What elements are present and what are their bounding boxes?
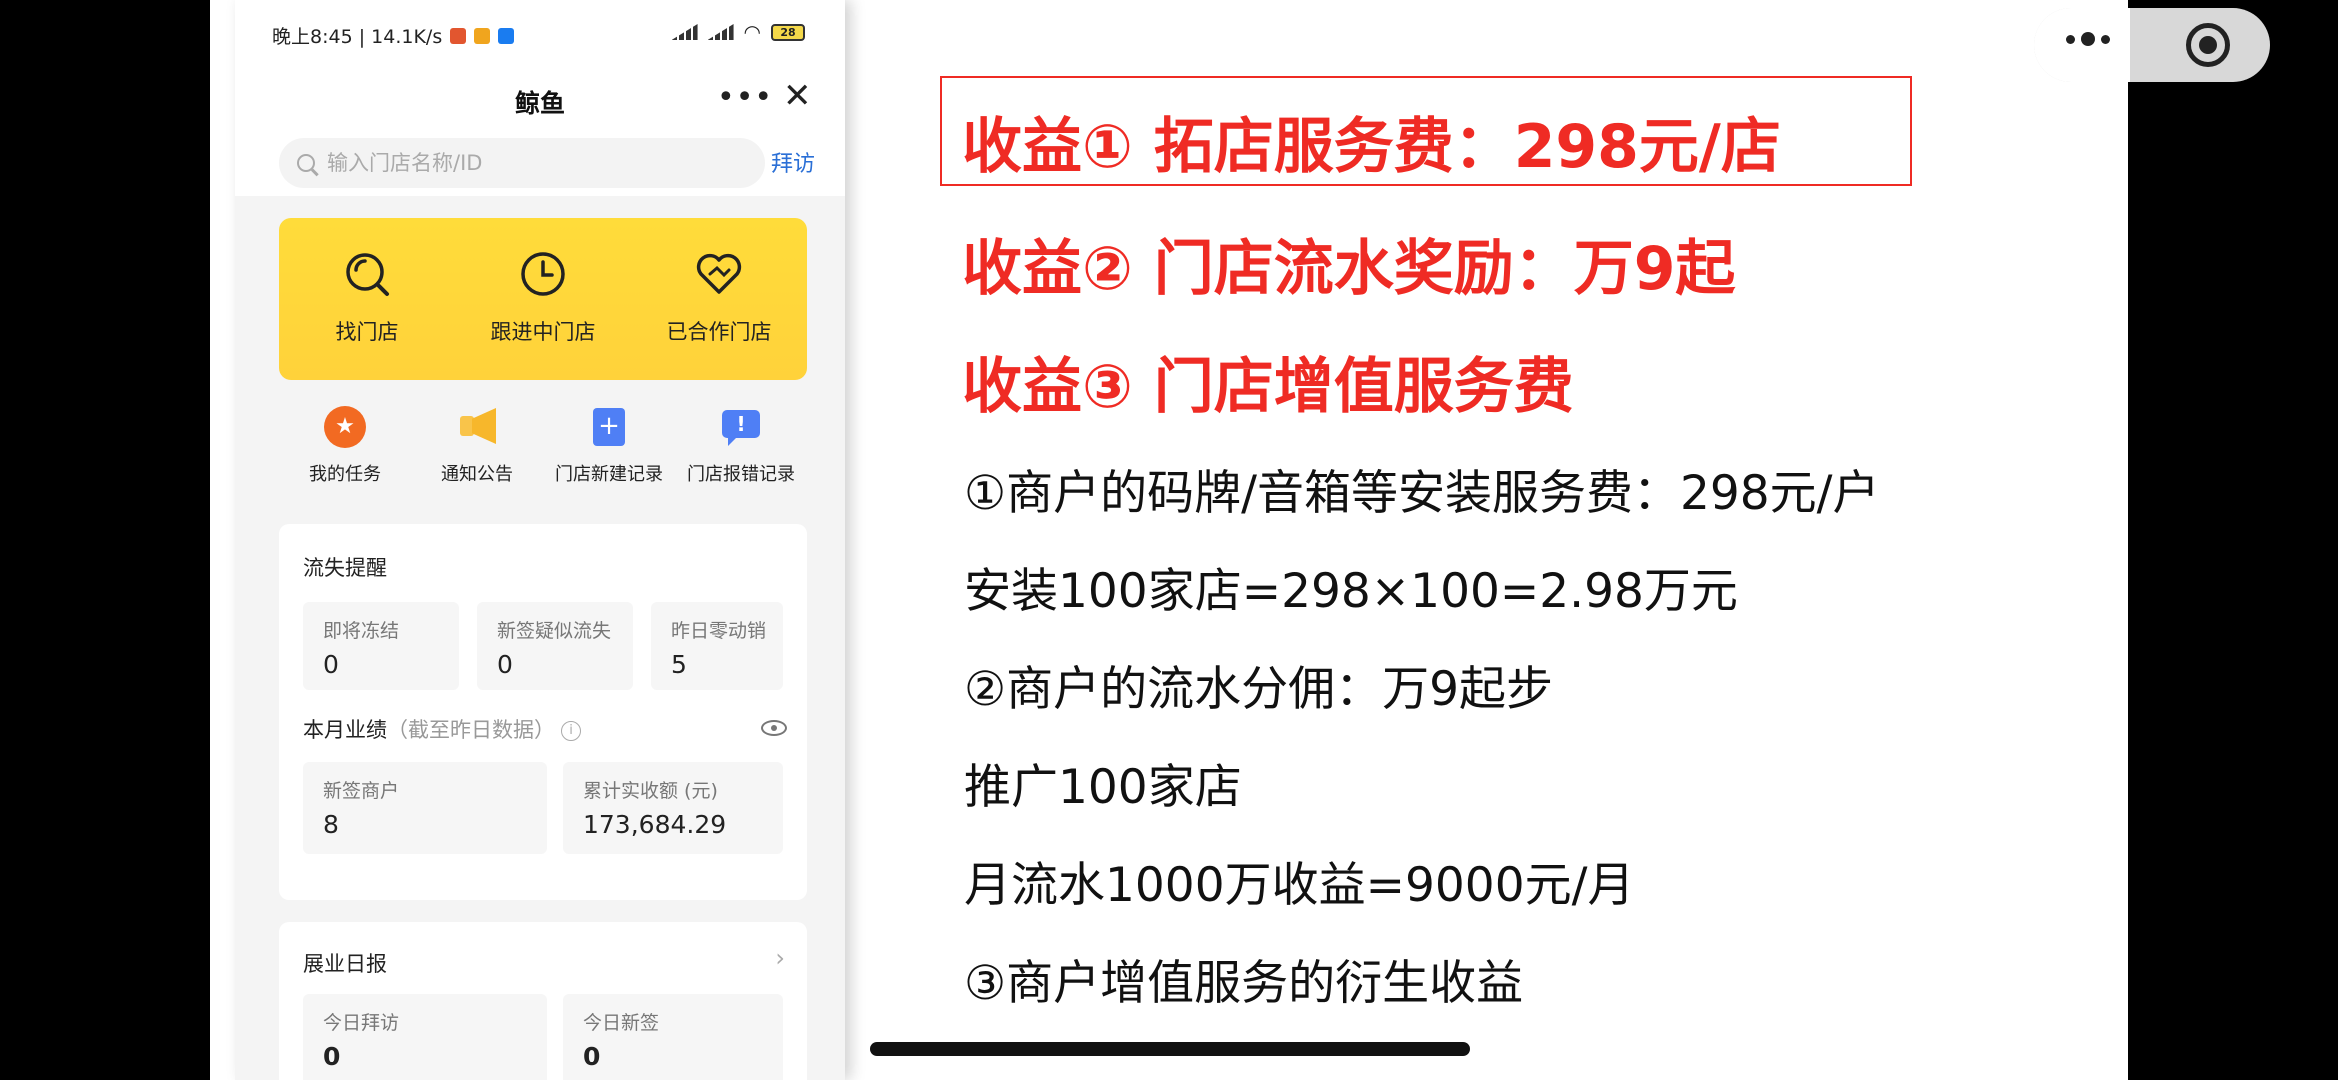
star-badge-icon: ★ (324, 406, 366, 448)
wifi-icon: ◠ (743, 20, 761, 44)
find-store-label: 找门店 (335, 320, 399, 344)
chevron-right-icon[interactable]: › (775, 944, 785, 972)
search-box[interactable] (279, 138, 765, 188)
capsule-menu-area[interactable] (2034, 8, 2130, 82)
performance-card: 流失提醒 即将冻结 0 新签疑似流失 0 昨日零动销 5 本月业绩（截至昨日数据… (279, 524, 807, 900)
clock-icon (521, 252, 565, 296)
more-icon[interactable]: ••• (717, 80, 773, 115)
stat-value: 8 (323, 810, 339, 839)
phone-screenshot: 晚上8:45 | 14.1K/s ◠ 28 鲸鱼 ••• ✕ 拜访 (235, 0, 845, 1080)
mini-program-capsule (2034, 8, 2270, 82)
income-2-heading: 收益② 门店流水奖励：万9起 (962, 234, 1736, 304)
document-plus-icon: + (588, 406, 630, 448)
following-stores-button[interactable]: 跟进中门店 (463, 248, 623, 380)
search-icon (297, 154, 315, 172)
stat-value: 173,684.29 (583, 810, 727, 839)
home-indicator[interactable] (870, 1042, 1470, 1056)
stat-value: 0 (497, 650, 513, 679)
daily-report-title: 展业日报 (303, 952, 387, 976)
mini-program-title-bar: 鲸鱼 ••• ✕ (235, 66, 845, 134)
stat-label: 今日新签 (583, 1012, 660, 1034)
alipay-icon (498, 27, 515, 44)
following-stores-label: 跟进中门店 (490, 320, 596, 344)
close-icon[interactable]: ✕ (783, 76, 812, 116)
info-icon[interactable]: i (561, 721, 581, 741)
income-3-heading: 收益③ 门店增值服务费 (962, 352, 1574, 422)
quick-actions-row: ★ 我的任务 通知公告 + 门店新建记录 ! 门店报错记录 (279, 406, 807, 486)
stat-new-sign-churn[interactable]: 新签疑似流失 0 (477, 602, 633, 690)
stat-new-merchants[interactable]: 新签商户 8 (303, 762, 547, 854)
stat-today-new-signs[interactable]: 今日新签 0 (563, 994, 783, 1080)
stat-value: 5 (671, 650, 687, 679)
stat-label: 昨日零动销 (671, 620, 767, 642)
new-store-record-button[interactable]: + 门店新建记录 (543, 406, 675, 486)
store-error-record-button[interactable]: ! 门店报错记录 (675, 406, 807, 486)
monthly-title: 本月业绩 (303, 718, 387, 742)
stat-label: 新签疑似流失 (497, 620, 612, 642)
find-store-button[interactable]: 找门店 (287, 248, 447, 380)
stat-value: 0 (583, 1042, 601, 1071)
search-store-icon (346, 253, 389, 296)
stat-today-visits[interactable]: 今日拜访 0 (303, 994, 547, 1080)
detail-line-2: 安装100家店=298×100=2.98万元 (964, 564, 1738, 619)
stat-value: 0 (323, 650, 339, 679)
income-1-heading: 收益① 拓店服务费：298元/店 (962, 112, 1781, 182)
video-frame: 晚上8:45 | 14.1K/s ◠ 28 鲸鱼 ••• ✕ 拜访 (210, 0, 2128, 1080)
search-input[interactable] (327, 151, 707, 175)
record-target-icon[interactable] (2186, 23, 2230, 67)
megaphone-icon (456, 406, 498, 448)
notice-label: 通知公告 (441, 464, 513, 485)
detail-line-4: 推广100家店 (964, 760, 1242, 815)
detail-line-1: ①商户的码牌/音箱等安装服务费：298元/户 (964, 466, 1880, 521)
signal-icon (671, 24, 698, 40)
notice-button[interactable]: 通知公告 (411, 406, 543, 486)
my-tasks-button[interactable]: ★ 我的任务 (279, 406, 411, 486)
message-alert-icon: ! (720, 406, 762, 448)
main-actions-panel: 找门店 跟进中门店 已合作门店 (279, 218, 807, 380)
new-store-record-label: 门店新建记录 (555, 464, 663, 485)
stat-total-received[interactable]: 累计实收额 (元) 173,684.29 (563, 762, 783, 854)
partner-stores-button[interactable]: 已合作门店 (639, 248, 799, 380)
stat-label: 今日拜访 (323, 1012, 400, 1034)
more-dots-icon (2066, 32, 2110, 46)
stat-zero-sales-yesterday[interactable]: 昨日零动销 5 (651, 602, 783, 690)
stat-label: 新签商户 (323, 780, 400, 802)
stat-value: 0 (323, 1042, 341, 1071)
status-time: 晚上8:45 | 14.1K/s (272, 26, 443, 48)
loss-alert-title: 流失提醒 (303, 556, 387, 580)
app-notification-icon (474, 27, 491, 44)
battery-icon: 28 (771, 23, 805, 41)
app-notification-icon (450, 27, 467, 44)
signal-icon (707, 24, 734, 40)
detail-line-3: ②商户的流水分佣：万9起步 (964, 662, 1554, 717)
detail-line-5: 月流水1000万收益=9000元/月 (964, 858, 1635, 913)
stat-label: 累计实收额 (元) (583, 780, 718, 802)
monthly-subtitle: （截至昨日数据） (387, 718, 555, 742)
store-error-record-label: 门店报错记录 (687, 464, 795, 485)
search-row: 拜访 (235, 134, 845, 196)
stat-about-to-freeze[interactable]: 即将冻结 0 (303, 602, 459, 690)
stat-label: 即将冻结 (323, 620, 400, 642)
daily-report-card[interactable]: 展业日报 › 今日拜访 0 今日新签 0 (279, 922, 807, 1080)
status-bar: 晚上8:45 | 14.1K/s ◠ 28 (235, 0, 845, 66)
partner-stores-label: 已合作门店 (666, 320, 772, 344)
eye-icon[interactable] (761, 720, 787, 736)
handshake-heart-icon (696, 253, 742, 294)
visit-link[interactable]: 拜访 (771, 146, 815, 178)
my-tasks-label: 我的任务 (309, 464, 381, 485)
monthly-performance-title: 本月业绩（截至昨日数据） i (303, 714, 581, 744)
detail-line-6: ③商户增值服务的衍生收益 (964, 956, 1524, 1011)
